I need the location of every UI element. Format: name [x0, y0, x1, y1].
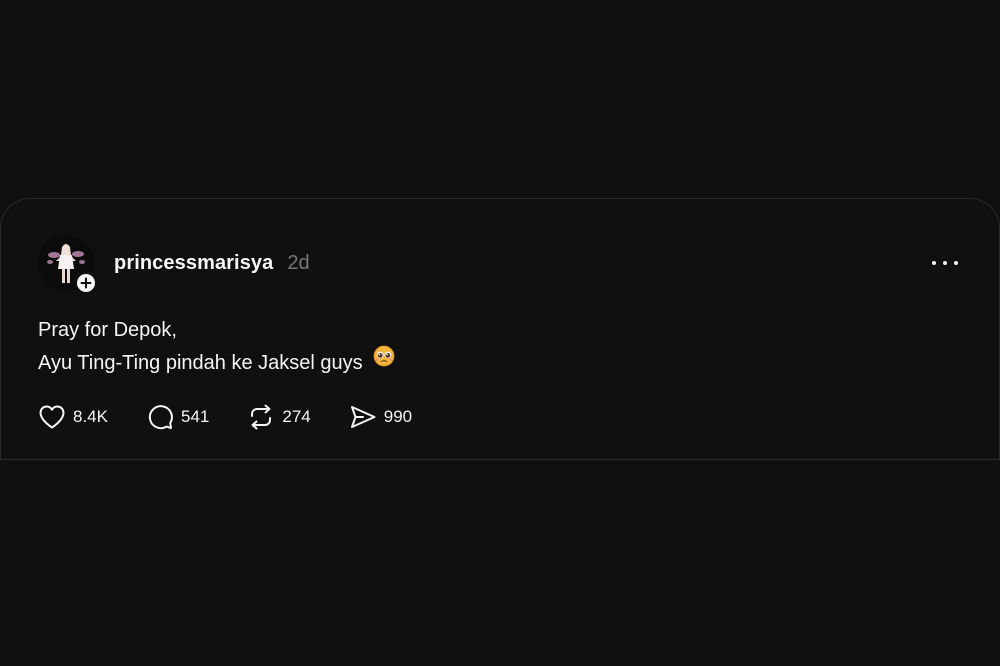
share-count: 990 [383, 407, 413, 427]
post-card: princessmarisya 2d Pray for Depok, Ayu T… [0, 198, 1000, 460]
more-options-button[interactable] [930, 253, 960, 273]
repost-button[interactable]: 274 [247, 403, 311, 431]
plus-icon [80, 277, 92, 289]
like-count: 8.4K [73, 407, 108, 427]
follow-button[interactable] [74, 271, 98, 295]
repost-icon [251, 404, 272, 430]
reply-count: 541 [180, 407, 210, 427]
post-header: princessmarisya 2d [38, 235, 962, 295]
heart-icon [39, 405, 65, 429]
post-text-line-1: Pray for Depok, [38, 319, 177, 341]
post-body: Pray for Depok, Ayu Ting-Ting pindah ke … [38, 314, 962, 380]
post-text-line-2: Ayu Ting-Ting pindah ke Jaksel guys [38, 352, 363, 374]
post-actions: 8.4K 541 274 990 [38, 402, 962, 432]
reply-button[interactable]: 541 [146, 403, 209, 431]
page: princessmarisya 2d Pray for Depok, Ayu T… [0, 0, 1000, 666]
pleading-face-emoji [373, 345, 395, 378]
post-timestamp[interactable]: 2d [287, 252, 309, 275]
share-button[interactable]: 990 [349, 403, 412, 431]
comment-icon [148, 405, 173, 430]
post-text-line-2-wrap: Ayu Ting-Ting pindah ke Jaksel guys [38, 345, 962, 380]
like-button[interactable]: 8.4K [38, 404, 108, 430]
avatar-container [38, 235, 98, 295]
username[interactable]: princessmarisya [114, 252, 273, 275]
more-icon [932, 261, 958, 265]
repost-count: 274 [282, 407, 311, 427]
send-icon [350, 406, 376, 429]
post: princessmarisya 2d Pray for Depok, Ayu T… [38, 235, 962, 432]
